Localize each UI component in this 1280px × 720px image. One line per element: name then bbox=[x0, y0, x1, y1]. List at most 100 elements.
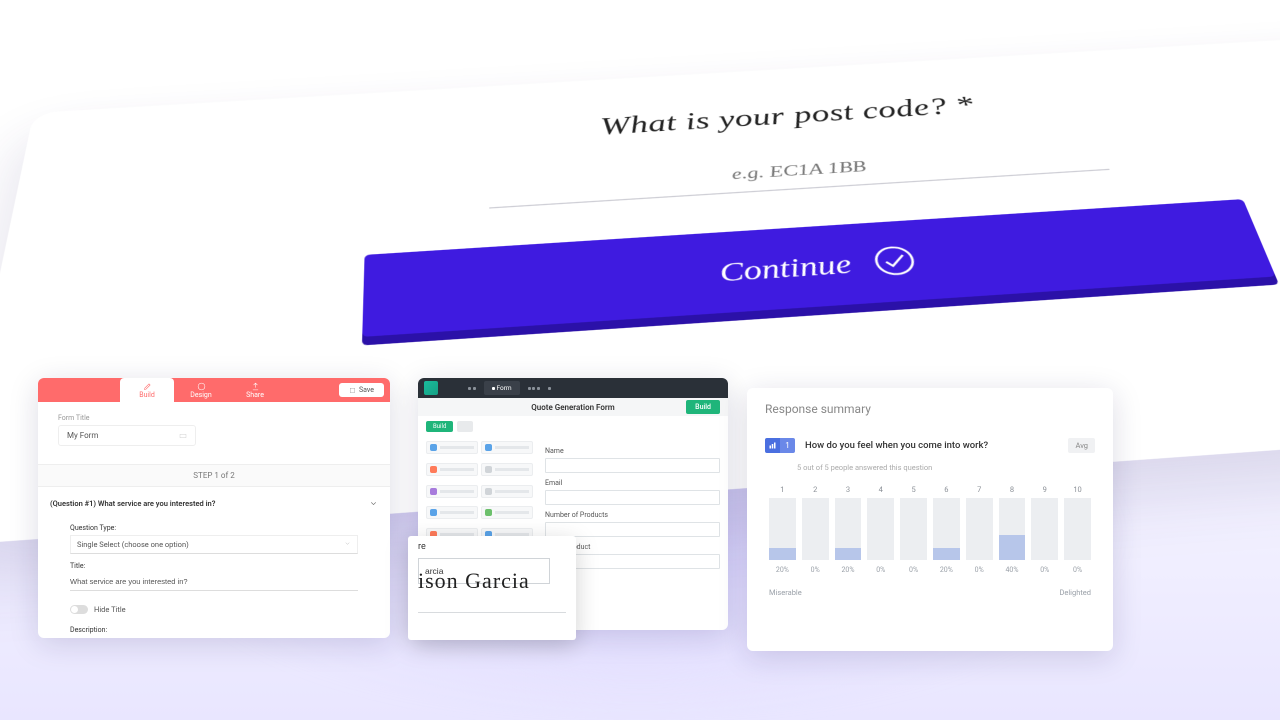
field-input[interactable] bbox=[545, 458, 720, 473]
mode-option[interactable] bbox=[528, 381, 540, 395]
chart-bar bbox=[900, 498, 927, 560]
app-logo bbox=[424, 381, 438, 395]
palette-item[interactable] bbox=[426, 441, 478, 454]
question-type-select[interactable]: Single Select (choose one option) bbox=[70, 535, 358, 554]
palette-item[interactable] bbox=[481, 441, 533, 454]
chart-category: 4 bbox=[879, 485, 883, 494]
signature-line bbox=[418, 612, 566, 613]
palette-item[interactable] bbox=[426, 485, 478, 498]
form-title-input[interactable]: My Form bbox=[58, 425, 196, 446]
bar-chart-icon bbox=[765, 438, 780, 453]
scale-max-label: Delighted bbox=[1059, 588, 1091, 597]
chart-column: 1 20% bbox=[769, 485, 796, 574]
save-label: Save bbox=[359, 386, 374, 394]
chart-column: 6 20% bbox=[933, 485, 960, 574]
card-row: Build Design Share Save Form Title My Fo… bbox=[0, 378, 1280, 698]
chart-value: 20% bbox=[841, 566, 854, 574]
chart-column: 2 0% bbox=[802, 485, 829, 574]
mode-option[interactable] bbox=[548, 381, 551, 395]
stage-pill[interactable]: Build bbox=[426, 421, 453, 432]
hero-form-perspective: What is your post code? * Continue bbox=[0, 0, 1280, 380]
avg-chip[interactable]: Avg bbox=[1068, 438, 1095, 453]
stage-pill-ghost: . bbox=[457, 421, 473, 432]
summary-title: Response summary bbox=[765, 402, 1095, 416]
tab-label: Design bbox=[190, 391, 211, 399]
chart-bar bbox=[769, 498, 796, 560]
chart-category: 6 bbox=[944, 485, 948, 494]
tab-design[interactable]: Design bbox=[174, 378, 228, 402]
palette-icon bbox=[197, 382, 206, 391]
field-label: Email bbox=[545, 479, 720, 487]
build-button[interactable]: Build bbox=[686, 400, 720, 414]
chart-value: 20% bbox=[776, 566, 789, 574]
form-title-label: Form Title bbox=[58, 414, 370, 422]
editor-topbar: Form bbox=[418, 378, 728, 398]
hide-title-label: Hide Title bbox=[94, 605, 126, 614]
editor-subheader: Quote Generation Form Build bbox=[418, 398, 728, 416]
share-icon bbox=[251, 382, 260, 391]
chart-column: 9 0% bbox=[1031, 485, 1058, 574]
tab-share[interactable]: Share bbox=[228, 378, 282, 402]
chart-value: 40% bbox=[1005, 566, 1018, 574]
palette-item[interactable] bbox=[426, 506, 478, 519]
text-field-icon bbox=[179, 432, 187, 440]
chart-bar bbox=[933, 498, 960, 560]
chart-column: 8 40% bbox=[999, 485, 1026, 574]
question-type-value: Single Select (choose one option) bbox=[77, 540, 189, 549]
palette-item[interactable] bbox=[481, 506, 533, 519]
edit-icon bbox=[143, 382, 152, 391]
mode-option[interactable] bbox=[468, 381, 476, 395]
scale-min-label: Miserable bbox=[769, 588, 802, 597]
question-badge: 1 bbox=[765, 438, 795, 453]
chart-value: 0% bbox=[876, 566, 885, 574]
title-input[interactable] bbox=[70, 573, 358, 591]
chart-category: 9 bbox=[1043, 485, 1047, 494]
chart-column: 10 0% bbox=[1064, 485, 1091, 574]
question-number: 1 bbox=[780, 438, 795, 453]
chart-category: 8 bbox=[1010, 485, 1014, 494]
palette-item[interactable] bbox=[481, 485, 533, 498]
chart-value: 0% bbox=[1073, 566, 1082, 574]
chart-value: 0% bbox=[1040, 566, 1049, 574]
chart-category: 1 bbox=[780, 485, 784, 494]
chart-bar bbox=[966, 498, 993, 560]
chart-column: 4 0% bbox=[867, 485, 894, 574]
continue-button[interactable]: Continue bbox=[362, 199, 1275, 337]
chart-column: 50% bbox=[900, 485, 927, 574]
palette-item[interactable] bbox=[481, 463, 533, 476]
palette-item[interactable] bbox=[426, 463, 478, 476]
save-button[interactable]: Save bbox=[339, 383, 384, 397]
tab-build[interactable]: Build bbox=[120, 378, 174, 402]
response-chart: 120%20%320%40%50%620%70%840%90%100% bbox=[765, 494, 1095, 574]
summary-card: Response summary 1 How do you feel when … bbox=[747, 388, 1113, 651]
mode-form[interactable]: Form bbox=[484, 381, 520, 395]
chart-value: 0% bbox=[811, 566, 820, 574]
question-type-label: Question Type: bbox=[70, 524, 358, 532]
field-input[interactable] bbox=[545, 490, 720, 505]
chart-value: 20% bbox=[940, 566, 953, 574]
builder-topbar: Build Design Share Save bbox=[38, 378, 390, 402]
tab-label: Share bbox=[246, 391, 264, 399]
title-label: Title: bbox=[70, 562, 358, 570]
question-text: How do you feel when you come into work? bbox=[805, 440, 988, 451]
hide-title-toggle[interactable] bbox=[70, 605, 88, 614]
chart-category: 2 bbox=[813, 485, 817, 494]
caret-down-icon bbox=[344, 540, 351, 547]
postcode-input[interactable] bbox=[488, 137, 1110, 209]
save-icon bbox=[349, 387, 356, 394]
form-name: Quote Generation Form bbox=[531, 403, 614, 412]
field-label: Name bbox=[545, 447, 720, 455]
form-title-value: My Form bbox=[67, 431, 98, 440]
signature-popover: re ison Garcia bbox=[408, 536, 576, 640]
chart-column: 70% bbox=[966, 485, 993, 574]
chart-bar bbox=[835, 498, 862, 560]
respondent-count: 5 out of 5 people answered this question bbox=[797, 463, 1095, 472]
chart-category: 10 bbox=[1073, 485, 1081, 494]
chart-value: 0% bbox=[975, 566, 984, 574]
question-accordion-header[interactable]: (Question #1) What service are you inter… bbox=[50, 499, 378, 508]
tab-label: Build bbox=[139, 391, 155, 399]
hero-question: What is your post code? * bbox=[195, 69, 1280, 166]
chart-category: 3 bbox=[846, 485, 850, 494]
chart-column: 3 20% bbox=[835, 485, 862, 574]
field-input[interactable] bbox=[545, 522, 720, 537]
